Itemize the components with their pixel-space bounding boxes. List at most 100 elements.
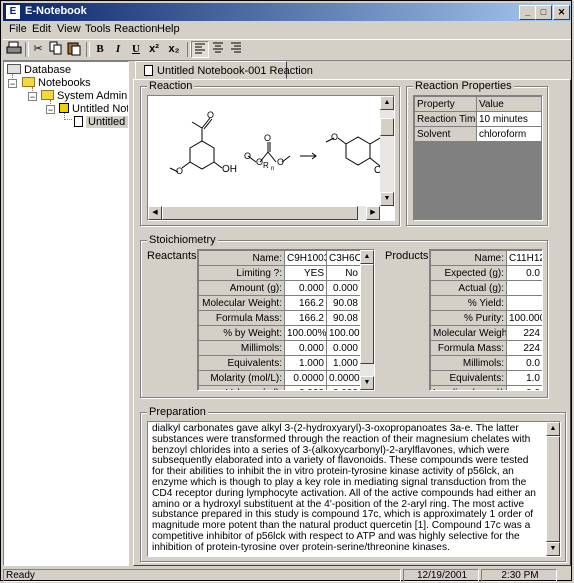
grid-cell[interactable]: 0.000 <box>284 340 327 356</box>
tree-item-database[interactable]: Database <box>7 64 71 77</box>
grid-cell[interactable] <box>506 295 542 311</box>
products-grid[interactable]: Name: C11H12 Expected (g): 0.0 Actual (g):% … <box>429 249 543 391</box>
grid-cell[interactable]: 0.000 <box>326 280 361 296</box>
bold-button[interactable]: B <box>91 41 109 58</box>
expander-icon[interactable]: − <box>46 105 55 115</box>
align-left-icon[interactable] <box>191 41 209 58</box>
scroll-down-icon[interactable]: ▼ <box>360 376 374 390</box>
scroll-up-icon[interactable]: ▲ <box>546 422 560 436</box>
print-icon[interactable] <box>5 41 23 58</box>
grid-cell[interactable]: 224 <box>506 325 542 341</box>
reaction-page-panel: Reaction O O O O O O O OH O R n ▲ ▼ ◀ ▶ … <box>133 79 571 566</box>
reaction-oh-label: OH <box>222 164 237 175</box>
reactants-vscroll[interactable]: ▲ ▼ <box>360 250 374 390</box>
grid-cell[interactable]: 0.0 <box>506 265 542 281</box>
cut-icon[interactable]: ✂ <box>29 41 47 58</box>
row-label: Formula Mass: <box>198 310 285 326</box>
grid-cell[interactable]: C3H6O3 <box>326 250 361 266</box>
grid-cell[interactable]: 0.000 <box>284 280 327 296</box>
svg-text:O: O <box>256 157 263 167</box>
grid-cell[interactable]: 0.0000 <box>284 370 327 386</box>
products-row: Name: C11H12 <box>430 250 542 266</box>
preparation-textarea[interactable]: dialkyl carbonates gave alkyl 3-(2-hydro… <box>147 421 561 557</box>
property-value[interactable]: chloroform <box>476 126 542 142</box>
menu-bar: File Edit View Tools Reaction Help <box>3 21 571 39</box>
grid-cell[interactable]: 100.00% <box>326 325 361 341</box>
grid-cell[interactable]: 0.000 <box>284 385 327 390</box>
grid-cell[interactable]: 1.000 <box>284 355 327 371</box>
grid-cell[interactable]: 0.000 <box>326 340 361 356</box>
grid-cell[interactable]: 90.08 <box>326 295 361 311</box>
grid-cell[interactable]: 100.000 <box>506 310 542 326</box>
paste-icon[interactable] <box>65 41 83 58</box>
products-row: % Yield: <box>430 295 542 311</box>
svg-text:O: O <box>331 132 338 142</box>
reaction-canvas[interactable]: O O O O O O O OH OH R n ▲ ▼ <box>147 95 395 221</box>
grid-cell[interactable]: C11H12 <box>506 250 542 266</box>
properties-grid[interactable]: Property Value Reaction Time 10 minutes … <box>413 95 543 221</box>
menu-reaction[interactable]: Reaction <box>114 23 157 35</box>
italic-button[interactable]: I <box>109 41 127 58</box>
underline-button[interactable]: U <box>127 41 145 58</box>
menu-edit[interactable]: Edit <box>32 23 51 35</box>
scroll-thumb[interactable] <box>360 264 374 364</box>
close-button[interactable]: ✕ <box>553 5 570 20</box>
grid-cell[interactable]: 1.000 <box>326 355 361 371</box>
superscript-button[interactable]: x² <box>145 41 163 58</box>
preparation-vscroll[interactable]: ▲ ▼ <box>546 422 560 556</box>
row-label: Formula Mass: <box>430 340 507 356</box>
grid-cell[interactable]: 90.08 <box>326 310 361 326</box>
grid-cell[interactable]: 0.0 <box>506 355 542 371</box>
row-label: Molecular Weight: <box>430 325 507 341</box>
expander-icon[interactable]: − <box>28 92 37 102</box>
scroll-thumb[interactable] <box>380 118 394 136</box>
title-bar[interactable]: E E-Notebook _ □ ✕ <box>3 3 571 21</box>
scroll-thumb[interactable] <box>546 436 560 542</box>
expander-icon[interactable]: − <box>8 79 17 89</box>
tab-reaction[interactable]: Untitled Notebook-001 Reaction <box>135 61 313 79</box>
tree-item-notebook[interactable]: Untitled Notebo <box>59 103 128 116</box>
tree-item-notebooks[interactable]: Notebooks <box>22 77 91 90</box>
folder-icon <box>22 77 35 87</box>
align-center-icon[interactable] <box>209 41 227 58</box>
scroll-up-icon[interactable]: ▲ <box>380 96 394 110</box>
row-label: Molecular Weight: <box>198 295 285 311</box>
grid-cell[interactable]: 100.00% <box>284 325 327 341</box>
status-date: 12/19/2001 <box>403 569 479 582</box>
menu-file[interactable]: File <box>9 23 27 35</box>
grid-cell[interactable]: 0.0 <box>506 385 542 390</box>
scroll-thumb[interactable] <box>162 206 358 220</box>
grid-cell[interactable]: 0.000 <box>326 385 361 390</box>
scroll-down-icon[interactable]: ▼ <box>546 542 560 556</box>
property-value[interactable]: 10 minutes <box>476 111 542 127</box>
menu-view[interactable]: View <box>57 23 81 35</box>
reactants-grid[interactable]: Name:C9H1003C3H6O3Limiting ?:YESNoAmount… <box>197 249 375 391</box>
scroll-up-icon[interactable]: ▲ <box>360 250 374 264</box>
reaction-hscroll[interactable]: ◀ ▶ <box>148 206 380 220</box>
scroll-left-icon[interactable]: ◀ <box>148 206 162 220</box>
copy-icon[interactable] <box>47 41 65 58</box>
align-right-icon[interactable] <box>227 41 245 58</box>
grid-cell[interactable]: No <box>326 265 361 281</box>
tree-item-user[interactable]: System Administrat <box>41 90 128 103</box>
grid-cell[interactable]: 1.0 <box>506 370 542 386</box>
menu-tools[interactable]: Tools <box>85 23 111 35</box>
reaction-vscroll[interactable]: ▲ ▼ <box>380 96 394 206</box>
grid-cell[interactable]: 0.0000 <box>326 370 361 386</box>
minimize-button[interactable]: _ <box>519 5 536 20</box>
grid-cell[interactable]: 166.2 <box>284 295 327 311</box>
grid-cell[interactable]: YES <box>284 265 327 281</box>
maximize-button[interactable]: □ <box>535 5 552 20</box>
menu-help[interactable]: Help <box>157 23 180 35</box>
scroll-down-icon[interactable]: ▼ <box>380 192 394 206</box>
tree-item-page[interactable]: Untitled N <box>74 116 128 129</box>
grid-cell[interactable] <box>506 280 542 296</box>
grid-cell[interactable]: 166.2 <box>284 310 327 326</box>
reactants-row: Equivalents: 1.000 1.000 <box>198 355 361 371</box>
reagent-r-label: R <box>263 161 269 170</box>
grid-cell[interactable]: 224 <box>506 340 542 356</box>
grid-cell[interactable]: C9H1003 <box>284 250 327 266</box>
notebook-tree[interactable]: Database − Notebooks − System Administra… <box>3 61 129 566</box>
scroll-right-icon[interactable]: ▶ <box>366 206 380 220</box>
subscript-button[interactable]: x₂ <box>165 41 183 58</box>
